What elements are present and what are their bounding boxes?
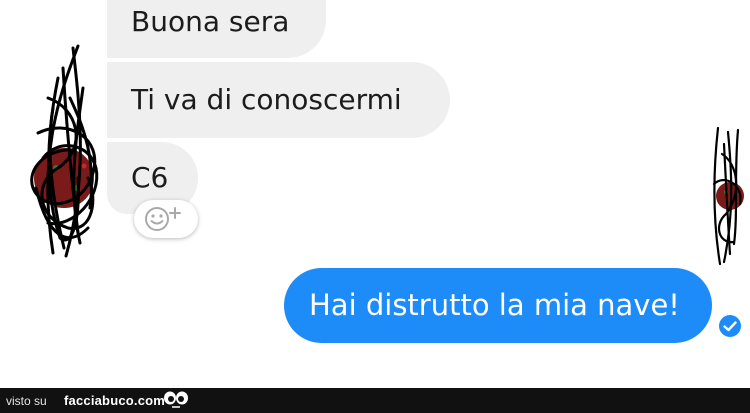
sender-avatar xyxy=(30,44,99,258)
chat-thread: Buona sera Ti va di conoscermi C6 Hai di… xyxy=(0,0,750,388)
received-message-2[interactable]: Ti va di conoscermi xyxy=(107,62,450,138)
received-message-1[interactable]: Buona sera xyxy=(107,0,326,58)
watermark-brand[interactable]: facciabuco.com xyxy=(64,393,165,408)
watermark-prefix: visto su xyxy=(6,394,47,408)
sent-message[interactable]: Hai distrutto la mia nave! xyxy=(284,268,712,343)
eyes-icon xyxy=(164,391,188,408)
own-avatar xyxy=(712,126,744,266)
smiley-plus-icon xyxy=(145,207,181,231)
watermark-bar: visto su facciabuco.com xyxy=(0,388,750,413)
add-reaction-button[interactable] xyxy=(134,200,198,238)
checkmark-circle-icon xyxy=(719,315,741,337)
